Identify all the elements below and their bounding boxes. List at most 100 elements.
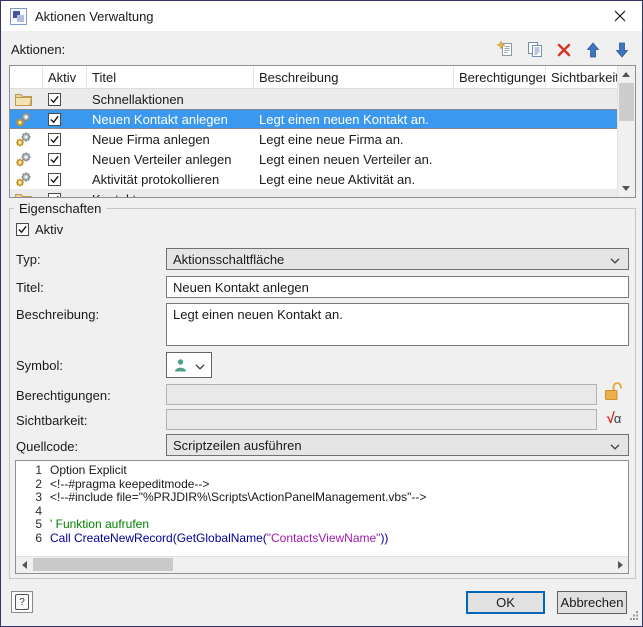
move-up-icon[interactable]	[583, 41, 602, 60]
vertical-scrollbar[interactable]	[617, 66, 635, 197]
berechtigungen-label: Berechtigungen:	[16, 388, 111, 403]
beschreibung-cell: Legt einen neuen Verteiler an.	[254, 149, 454, 169]
code-token: <!--#include file="%PRJDIR%\Scripts\Acti…	[50, 491, 426, 505]
actions-section-label: Aktionen:	[11, 42, 65, 57]
copy-action-icon[interactable]	[525, 41, 544, 60]
aktiv-checkbox[interactable]	[16, 223, 29, 236]
code-line: 6Call CreateNewRecord(GetGlobalName("Con…	[16, 532, 628, 546]
chevron-down-icon	[610, 252, 620, 267]
help-icon: ?	[15, 594, 29, 610]
code-line: 4	[16, 505, 628, 519]
aktiv-cell	[43, 149, 87, 169]
resize-grip[interactable]	[629, 608, 639, 623]
scroll-down-icon[interactable]	[618, 180, 634, 197]
table-body: SchnellaktionenNeuen Kontakt anlegenLegt…	[10, 89, 635, 198]
table-row[interactable]: Aktivität protokollierenLegt eine neue A…	[10, 169, 635, 189]
help-button[interactable]: ?	[11, 591, 33, 613]
table-row[interactable]: Neuen Verteiler anlegenLegt einen neuen …	[10, 149, 635, 169]
aktiv-checkbox[interactable]	[48, 113, 61, 126]
column-header-icon[interactable]	[10, 66, 43, 88]
sichtbarkeit-cell	[546, 129, 620, 149]
gear-icon	[10, 169, 43, 189]
line-number: 5	[16, 518, 50, 532]
beschreibung-cell: Legt einen neuen Kontakt an.	[254, 110, 454, 128]
table-row[interactable]: Neuen Kontakt anlegenLegt einen neuen Ko…	[10, 109, 635, 129]
delete-action-icon[interactable]	[554, 41, 573, 60]
symbol-select[interactable]	[166, 352, 212, 378]
horizontal-scrollbar[interactable]	[16, 556, 628, 573]
berechtigungen-input	[166, 384, 597, 405]
aktiv-checkbox[interactable]	[48, 193, 61, 199]
scroll-left-icon[interactable]	[16, 557, 32, 572]
title-bar: Aktionen Verwaltung	[1, 1, 642, 31]
sichtbarkeit-cell	[546, 149, 620, 169]
titel-cell: Neuen Verteiler anlegen	[87, 149, 254, 169]
person-icon	[173, 358, 188, 373]
berechtigungen-cell	[454, 169, 546, 189]
actions-table: AktivTitelBeschreibungBerechtigungenSich…	[9, 65, 636, 198]
code-editor[interactable]: 1Option Explicit2<!--#pragma keepeditmod…	[15, 460, 629, 574]
column-header-Sichtbarkeit[interactable]: Sichtbarkeit	[546, 66, 620, 88]
actions-toolbar	[496, 40, 631, 60]
aktiv-checkbox[interactable]	[48, 153, 61, 166]
close-icon[interactable]	[598, 1, 642, 30]
properties-legend: Eigenschaften	[14, 201, 106, 216]
table-row[interactable]: Neue Firma anlegenLegt eine neue Firma a…	[10, 129, 635, 149]
table-row[interactable]: Kontakte	[10, 189, 635, 198]
titel-cell: Kontakte	[87, 189, 254, 198]
titel-input[interactable]: Neuen Kontakt anlegen	[166, 276, 629, 298]
aktiv-checkbox-row: Aktiv	[16, 222, 63, 237]
folder-icon	[10, 189, 43, 198]
typ-selected-value: Aktionsschaltfläche	[173, 252, 284, 267]
table-header: AktivTitelBeschreibungBerechtigungenSich…	[10, 66, 635, 89]
sichtbarkeit-label: Sichtbarkeit:	[16, 413, 88, 428]
aktiv-checkbox[interactable]	[48, 93, 61, 106]
sichtbarkeit-cell	[546, 110, 620, 128]
column-header-Titel[interactable]: Titel	[87, 66, 254, 88]
scrollbar-thumb[interactable]	[33, 558, 173, 571]
column-header-Berechtigungen[interactable]: Berechtigungen	[454, 66, 546, 88]
beschreibung-label: Beschreibung:	[16, 307, 99, 322]
beschreibung-cell: Legt eine neue Aktivität an.	[254, 169, 454, 189]
gear-icon	[10, 149, 43, 169]
berechtigungen-cell	[454, 110, 546, 128]
berechtigungen-cell	[454, 189, 546, 198]
code-token: Call CreateNewRecord(GetGlobalName(	[50, 532, 267, 546]
titel-label: Titel:	[16, 280, 44, 295]
formula-icon[interactable]: √α	[602, 406, 626, 430]
code-line: 3<!--#include file="%PRJDIR%\Scripts\Act…	[16, 491, 628, 505]
typ-select[interactable]: Aktionsschaltfläche	[166, 248, 629, 270]
titel-cell: Neuen Kontakt anlegen	[87, 110, 254, 128]
window-title: Aktionen Verwaltung	[35, 9, 154, 24]
scroll-right-icon[interactable]	[612, 557, 628, 572]
code-token: ))	[380, 532, 388, 546]
scrollbar-thumb[interactable]	[619, 83, 634, 121]
cancel-button-label: Abbrechen	[561, 595, 624, 610]
column-header-Beschreibung[interactable]: Beschreibung	[254, 66, 454, 88]
titel-value: Neuen Kontakt anlegen	[173, 280, 309, 295]
ok-button-label: OK	[496, 595, 515, 610]
line-number: 1	[16, 464, 50, 478]
code-lines: 1Option Explicit2<!--#pragma keepeditmod…	[16, 461, 628, 545]
beschreibung-cell: Legt eine neue Firma an.	[254, 129, 454, 149]
titel-cell: Neue Firma anlegen	[87, 129, 254, 149]
sichtbarkeit-input	[166, 409, 597, 430]
table-row[interactable]: Schnellaktionen	[10, 89, 635, 109]
cancel-button[interactable]: Abbrechen	[557, 591, 627, 614]
column-header-Aktiv[interactable]: Aktiv	[43, 66, 87, 88]
move-down-icon[interactable]	[612, 41, 631, 60]
ok-button[interactable]: OK	[466, 591, 545, 614]
quellcode-select[interactable]: Scriptzeilen ausführen	[166, 434, 629, 456]
beschreibung-textarea[interactable]: Legt einen neuen Kontakt an.	[166, 303, 629, 346]
line-number: 3	[16, 491, 50, 505]
berechtigungen-cell	[454, 149, 546, 169]
aktiv-checkbox[interactable]	[48, 133, 61, 146]
chevron-down-icon	[610, 438, 620, 453]
beschreibung-value: Legt einen neuen Kontakt an.	[173, 307, 343, 322]
unlock-icon[interactable]	[601, 379, 625, 403]
aktiv-checkbox[interactable]	[48, 173, 61, 186]
aktiv-cell	[43, 89, 87, 109]
symbol-label: Symbol:	[16, 358, 63, 373]
new-action-icon[interactable]	[496, 41, 515, 60]
scroll-up-icon[interactable]	[618, 66, 634, 83]
